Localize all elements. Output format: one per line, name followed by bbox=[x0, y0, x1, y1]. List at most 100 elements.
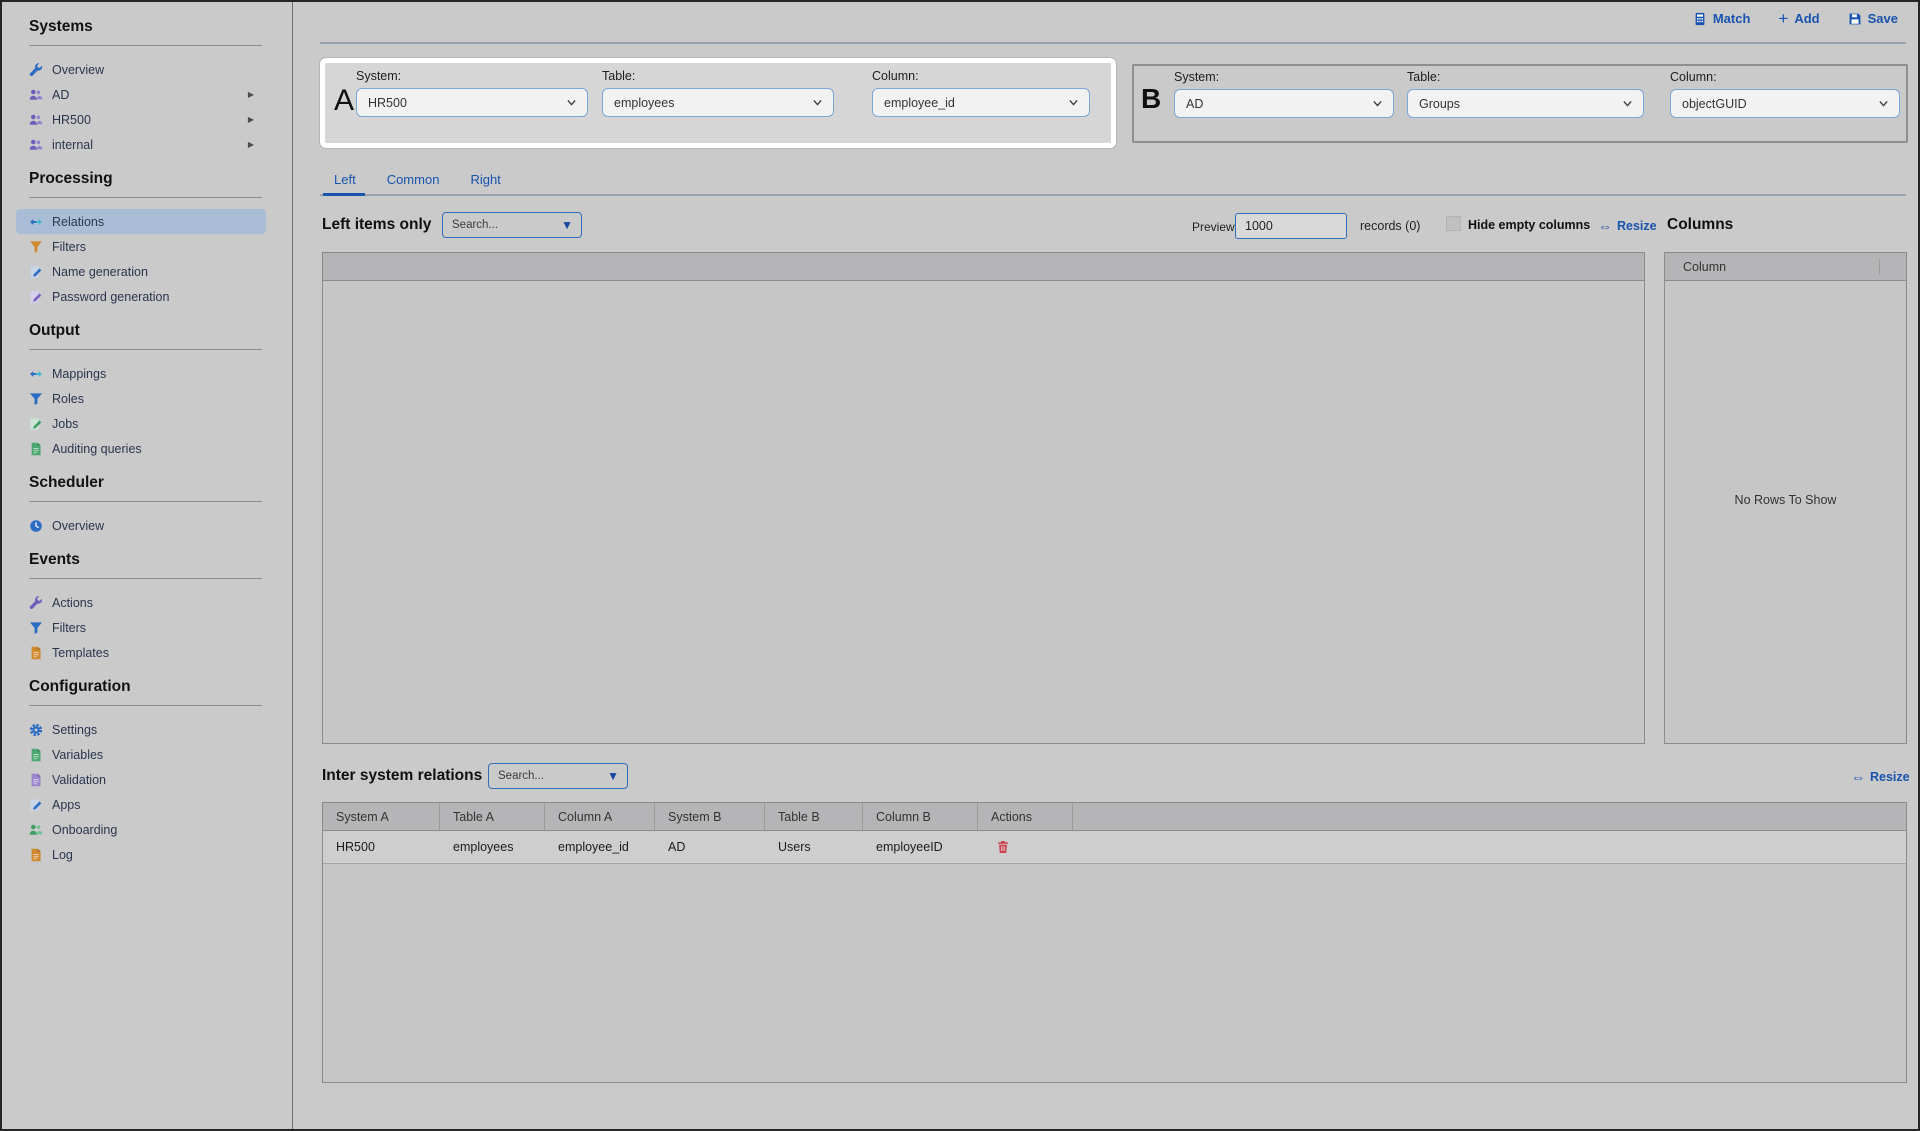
tab-right[interactable]: Right bbox=[470, 172, 500, 187]
column-header[interactable]: Table B bbox=[765, 803, 863, 830]
active-tab-indicator bbox=[323, 193, 365, 196]
chevron-down-icon bbox=[1371, 97, 1384, 110]
people-icon bbox=[29, 138, 43, 152]
sidebar-section-output: Output bbox=[29, 322, 292, 340]
filter-triangle-icon: ▼ bbox=[561, 219, 573, 231]
chevron-right-icon[interactable]: ▶ bbox=[248, 140, 254, 149]
delete-relation-button[interactable] bbox=[996, 839, 1010, 855]
hide-empty-columns-label: Hide empty columns bbox=[1468, 218, 1590, 232]
records-count: records (0) bbox=[1360, 219, 1420, 233]
panel-b: B System: AD Table: Groups Column: objec… bbox=[1132, 64, 1908, 143]
save-button[interactable]: Save bbox=[1848, 11, 1898, 26]
panel-b-column-select[interactable]: objectGUID bbox=[1670, 89, 1900, 118]
panel-a-table-select[interactable]: employees bbox=[602, 88, 834, 117]
chevron-down-icon bbox=[1067, 96, 1080, 109]
sidebar-section-processing: Processing bbox=[29, 170, 292, 188]
calculator-icon bbox=[1693, 12, 1707, 26]
panel-b-table-select[interactable]: Groups bbox=[1407, 89, 1644, 118]
sidebar-item-relations[interactable]: Relations bbox=[16, 209, 266, 234]
resize-left-grid-button[interactable]: ⇔ Resize bbox=[1598, 218, 1657, 234]
system-label: System: bbox=[356, 69, 588, 83]
arrows-icon bbox=[29, 215, 43, 229]
panel-a-label: A bbox=[334, 84, 354, 118]
tab-bar: Left Common Right bbox=[334, 172, 501, 187]
panel-b-system-select[interactable]: AD bbox=[1174, 89, 1394, 118]
sidebar-item-auditing-queries[interactable]: Auditing queries bbox=[16, 436, 266, 461]
sidebar-item-events-filters[interactable]: Filters bbox=[16, 615, 266, 640]
cell-system-b: AD bbox=[655, 831, 765, 863]
people-icon bbox=[29, 823, 43, 837]
add-button[interactable]: + Add bbox=[1778, 11, 1819, 26]
preview-count-input[interactable] bbox=[1235, 213, 1347, 239]
filter-triangle-icon: ▼ bbox=[607, 770, 619, 782]
column-header[interactable]: Actions bbox=[978, 803, 1073, 830]
left-items-grid-header bbox=[323, 253, 1644, 281]
column-header[interactable]: System A bbox=[323, 803, 440, 830]
edit-icon bbox=[29, 417, 43, 431]
column-header[interactable]: Table A bbox=[440, 803, 545, 830]
sidebar-item-password-generation[interactable]: Password generation bbox=[16, 284, 266, 309]
chevron-down-icon bbox=[565, 96, 578, 109]
edit-icon bbox=[29, 798, 43, 812]
panel-a-column-select[interactable]: employee_id bbox=[872, 88, 1090, 117]
chevron-right-icon[interactable]: ▶ bbox=[248, 115, 254, 124]
sidebar-item-mappings[interactable]: Mappings bbox=[16, 361, 266, 386]
funnel-icon bbox=[29, 392, 43, 406]
sidebar-item-internal[interactable]: internal ▶ bbox=[16, 132, 266, 157]
sidebar-item-settings[interactable]: Settings bbox=[16, 717, 266, 742]
sidebar-item-roles[interactable]: Roles bbox=[16, 386, 266, 411]
arrows-icon bbox=[29, 367, 43, 381]
sidebar-item-actions[interactable]: Actions bbox=[16, 590, 266, 615]
chevron-down-icon bbox=[811, 96, 824, 109]
preview-label: Preview bbox=[1192, 220, 1235, 234]
divider bbox=[29, 705, 262, 706]
column-header[interactable]: Column B bbox=[863, 803, 978, 830]
sidebar-item-templates[interactable]: Templates bbox=[16, 640, 266, 665]
sidebar-item-overview[interactable]: Overview bbox=[16, 57, 266, 82]
sidebar-section-events: Events bbox=[29, 551, 292, 569]
column-header[interactable]: System B bbox=[655, 803, 765, 830]
divider bbox=[29, 45, 262, 46]
column-header[interactable]: Column A bbox=[545, 803, 655, 830]
panel-a-system-select[interactable]: HR500 bbox=[356, 88, 588, 117]
sidebar-item-onboarding[interactable]: Onboarding bbox=[16, 817, 266, 842]
column-label: Column: bbox=[1670, 70, 1900, 84]
sidebar-item-filters[interactable]: Filters bbox=[16, 234, 266, 259]
columns-panel-title: Columns bbox=[1667, 216, 1733, 234]
edit-icon bbox=[29, 290, 43, 304]
document-icon bbox=[29, 773, 43, 787]
clock-icon bbox=[29, 519, 43, 533]
chevron-down-icon bbox=[1621, 97, 1634, 110]
save-icon bbox=[1848, 12, 1862, 26]
sidebar-item-variables[interactable]: Variables bbox=[16, 742, 266, 767]
column-resize-handle[interactable] bbox=[1879, 259, 1880, 275]
sidebar-item-ad[interactable]: AD ▶ bbox=[16, 82, 266, 107]
hide-empty-columns-checkbox[interactable] bbox=[1446, 216, 1461, 231]
left-items-title: Left items only bbox=[322, 216, 431, 234]
sidebar: Systems Overview AD ▶ HR500 ▶ internal ▶… bbox=[2, 2, 293, 1129]
sidebar-item-log[interactable]: Log bbox=[16, 842, 266, 867]
cell-column-b: employeeID bbox=[863, 831, 978, 863]
wrench-icon bbox=[29, 596, 43, 610]
sidebar-item-apps[interactable]: Apps bbox=[16, 792, 266, 817]
match-button[interactable]: Match bbox=[1693, 11, 1751, 26]
sidebar-item-scheduler-overview[interactable]: Overview bbox=[16, 513, 266, 538]
sidebar-item-name-generation[interactable]: Name generation bbox=[16, 259, 266, 284]
left-items-search-input[interactable]: Search... ▼ bbox=[442, 212, 582, 238]
sidebar-item-jobs[interactable]: Jobs bbox=[16, 411, 266, 436]
tab-common[interactable]: Common bbox=[387, 172, 440, 187]
sidebar-item-validation[interactable]: Validation bbox=[16, 767, 266, 792]
sidebar-item-hr500[interactable]: HR500 ▶ bbox=[16, 107, 266, 132]
chevron-right-icon[interactable]: ▶ bbox=[248, 90, 254, 99]
resize-relations-button[interactable]: ⇔ Resize bbox=[1851, 769, 1910, 785]
relations-title: Inter system relations bbox=[322, 767, 482, 785]
tab-left[interactable]: Left bbox=[334, 172, 356, 187]
panel-a: A System: HR500 Table: employees Column:… bbox=[320, 58, 1116, 148]
relations-search-input[interactable]: Search... ▼ bbox=[488, 763, 628, 789]
header-filler bbox=[1073, 803, 1906, 830]
table-label: Table: bbox=[602, 69, 834, 83]
divider bbox=[29, 197, 262, 198]
table-label: Table: bbox=[1407, 70, 1644, 84]
divider bbox=[320, 42, 1906, 44]
left-items-grid bbox=[322, 252, 1645, 744]
